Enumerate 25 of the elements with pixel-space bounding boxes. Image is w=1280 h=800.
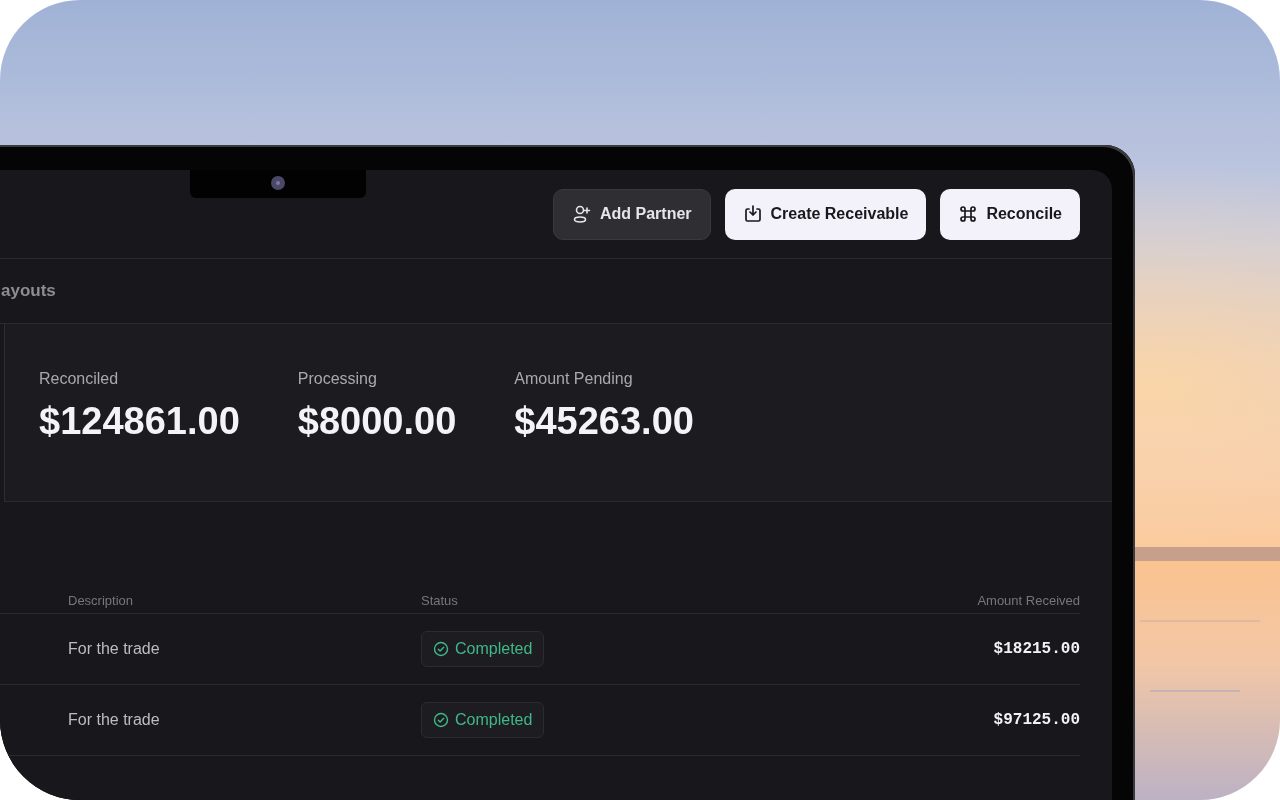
toolbar-button[interactable]: Reconcile — [940, 188, 1080, 240]
download-icon — [742, 204, 763, 224]
description-cell-text: For the trade — [68, 711, 161, 729]
check-circle-icon — [433, 641, 449, 657]
check-circle-icon — [433, 712, 449, 728]
command-key-icon — [958, 204, 979, 224]
amount-cell-text: $18215.00 — [992, 640, 1080, 658]
column-header: Description — [68, 593, 135, 608]
status-badge: Completed — [421, 631, 545, 667]
stat-label: Amount Pending — [514, 370, 634, 388]
toolbar-button[interactable]: Create Receivable — [724, 188, 927, 240]
stat-label: Processing — [297, 370, 378, 388]
column-header: Status — [421, 593, 459, 608]
camera-icon — [271, 176, 285, 190]
toolbar-button[interactable]: Add Partner — [552, 188, 711, 240]
section-title: ayouts — [1, 281, 56, 301]
status-badge: Completed — [421, 702, 545, 738]
stat-value: $45263.00 — [514, 400, 694, 443]
user-plus-icon — [571, 204, 592, 224]
stat-value: $124861.00 — [39, 400, 240, 443]
column-header: Amount Received — [976, 593, 1080, 608]
amount-cell-text: $97125.00 — [992, 711, 1080, 729]
description-cell-text: For the trade — [68, 640, 161, 658]
stat-value: $8000.00 — [297, 400, 457, 443]
stat-label: Reconciled — [39, 370, 120, 388]
